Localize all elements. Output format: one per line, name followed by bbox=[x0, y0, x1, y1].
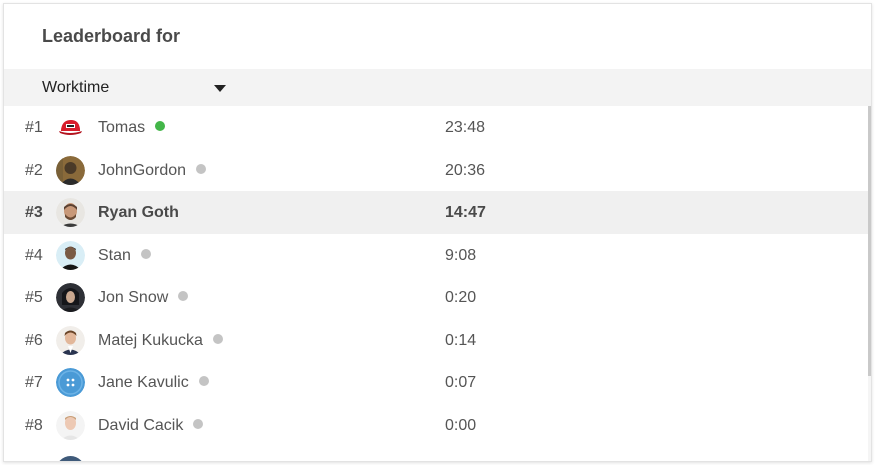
user-photo-avatar-icon bbox=[56, 155, 85, 185]
row-time: 14:47 bbox=[445, 204, 486, 221]
user-photo-avatar-icon bbox=[56, 198, 85, 227]
row-time: 0:07 bbox=[445, 374, 477, 391]
leaderboard-row[interactable]: #7 Jane Kavulic 0:07 bbox=[4, 361, 868, 404]
leaderboard-card: Leaderboard for Worktime #1 Tomas 23:48 … bbox=[3, 3, 872, 462]
row-name: Ryan Goth bbox=[98, 204, 179, 221]
leaderboard-row-current-user[interactable]: #3 Ryan Goth 14:47 bbox=[4, 191, 868, 234]
list-scrollbar[interactable] bbox=[868, 106, 871, 461]
user-photo-avatar-icon bbox=[56, 240, 85, 270]
row-rank: #1 bbox=[25, 119, 43, 136]
leaderboard-row[interactable]: #8 David Cacik 0:00 bbox=[4, 404, 868, 447]
row-time: 0:00 bbox=[445, 416, 477, 434]
leaderboard-row[interactable]: #6 Matej Kukucka 0:14 bbox=[4, 319, 868, 362]
red-cap-avatar-icon bbox=[56, 113, 85, 142]
row-time: 23:48 bbox=[445, 119, 486, 136]
user-photo-avatar-icon bbox=[56, 410, 85, 440]
row-name: David Cacik bbox=[98, 416, 184, 434]
scrollbar-thumb[interactable] bbox=[868, 106, 871, 376]
row-time: 0:14 bbox=[445, 331, 477, 349]
online-status-dot bbox=[155, 121, 166, 131]
caret-down-icon bbox=[214, 85, 226, 92]
row-name: Jon Snow bbox=[98, 289, 169, 306]
blue-button-avatar-icon bbox=[56, 368, 85, 397]
row-rank: #5 bbox=[25, 289, 43, 306]
row-time: 9:08 bbox=[445, 246, 477, 264]
row-rank: #7 bbox=[25, 374, 43, 391]
row-name: Jane Kavulic bbox=[98, 374, 189, 391]
row-rank: #3 bbox=[25, 204, 43, 221]
row-time: 0:20 bbox=[445, 289, 477, 306]
leaderboard-row[interactable]: #1 Tomas 23:48 bbox=[4, 106, 868, 149]
row-name: Matej Kukucka bbox=[98, 331, 203, 349]
row-name: JohnGordon bbox=[98, 161, 187, 179]
row-name: Tomas bbox=[98, 119, 146, 136]
metric-select-value: Worktime bbox=[42, 79, 110, 96]
offline-status-dot bbox=[193, 418, 204, 429]
row-name: Stan bbox=[98, 246, 131, 264]
page-title: Leaderboard for bbox=[42, 26, 181, 46]
user-photo-avatar-icon bbox=[56, 325, 85, 355]
leaderboard-row[interactable]: #4 Stan 9:08 bbox=[4, 234, 868, 277]
offline-status-dot bbox=[140, 248, 151, 259]
row-rank: #8 bbox=[25, 416, 43, 434]
leaderboard-row[interactable]: #2 JohnGordon 20:36 bbox=[4, 149, 868, 192]
user-photo-avatar-icon bbox=[56, 283, 85, 312]
metric-select[interactable]: Worktime bbox=[42, 78, 232, 98]
offline-status-dot bbox=[178, 291, 189, 301]
leaderboard-list: #1 Tomas 23:48 #2 JohnGordon 20:36 #3 Ry… bbox=[4, 106, 868, 461]
next-row-avatar-partial bbox=[56, 456, 85, 461]
row-rank: #2 bbox=[25, 161, 43, 179]
offline-status-dot bbox=[212, 333, 223, 344]
offline-status-dot bbox=[198, 376, 209, 386]
offline-status-dot bbox=[196, 163, 207, 174]
row-rank: #6 bbox=[25, 331, 43, 349]
leaderboard-row[interactable]: #5 Jon Snow 0:20 bbox=[4, 276, 868, 319]
filter-bar: Worktime bbox=[4, 69, 871, 106]
row-time: 20:36 bbox=[445, 161, 486, 179]
row-rank: #4 bbox=[25, 246, 43, 264]
